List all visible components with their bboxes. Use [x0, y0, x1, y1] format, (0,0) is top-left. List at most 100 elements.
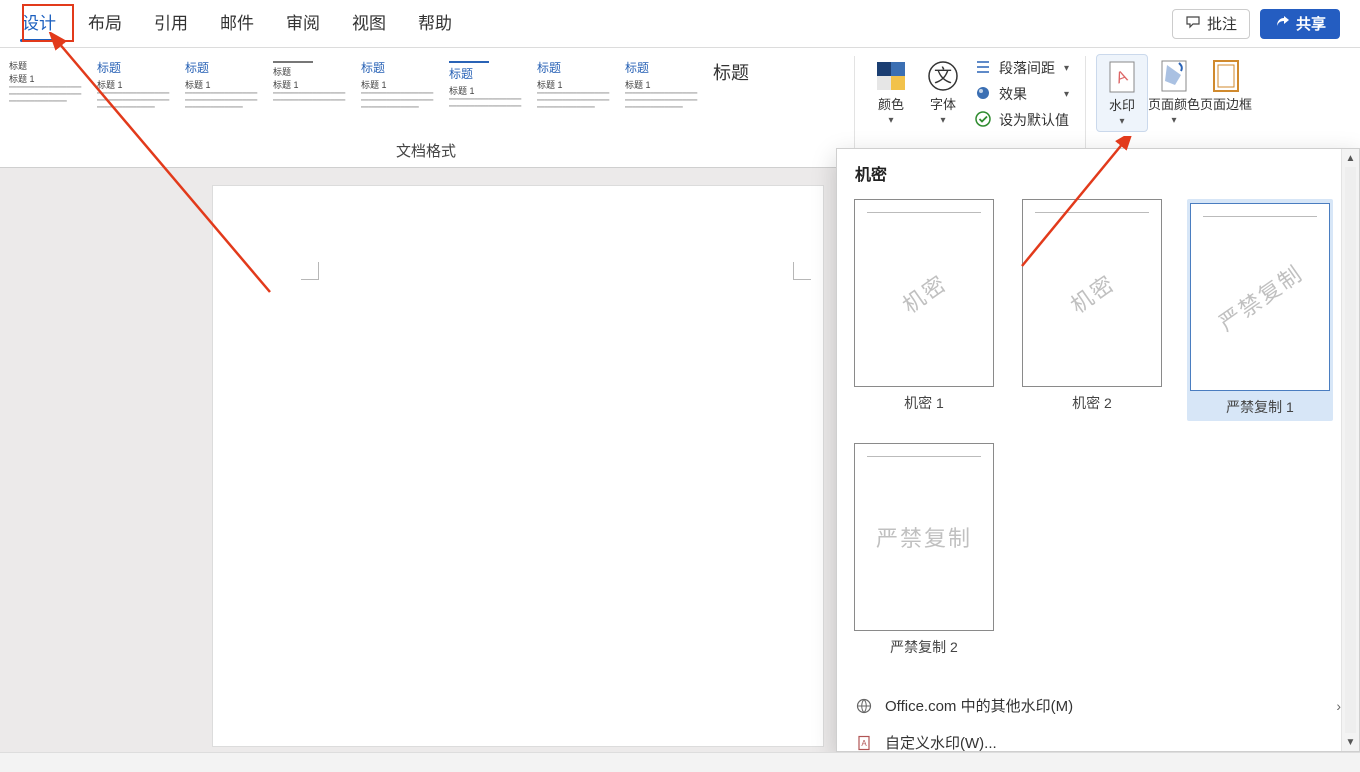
set-default-button[interactable]: 设为默认值 — [975, 110, 1069, 130]
status-bar — [0, 752, 1360, 772]
watermark-item-donotcopy-1[interactable]: 严禁复制 严禁复制 1 — [1187, 199, 1333, 421]
watermark-thumb: 机密 — [854, 199, 994, 387]
theme-gallery[interactable]: 标题 标题 1 ━━━━━━━━━━━━━━━━━━━━━━━━━━━━━━━━… — [0, 48, 852, 136]
share-label: 共享 — [1296, 13, 1326, 34]
scroll-up-arrow-icon[interactable]: ▲ — [1342, 149, 1359, 167]
watermark-item-donotcopy-2[interactable]: 严禁复制 严禁复制 2 — [851, 443, 997, 657]
fonts-button[interactable]: 文 字体 ▾ — [917, 54, 969, 130]
tab-help[interactable]: 帮助 — [402, 0, 468, 48]
menu-label: Office.com 中的其他水印(M) — [885, 695, 1073, 716]
watermark-preview-text: 机密 — [1063, 266, 1121, 320]
chevron-down-icon: ▾ — [888, 115, 893, 126]
colors-label: 颜色 — [878, 94, 904, 113]
ribbon-stack-formatting: 段落间距 ▾ 效果 ▾ 设为默认值 — [969, 54, 1075, 134]
theme-title: 标题 — [361, 59, 435, 76]
share-icon — [1274, 14, 1290, 34]
group-label-document-formatting: 文档格式 — [0, 136, 852, 167]
tab-layout[interactable]: 布局 — [72, 0, 138, 48]
watermark-button[interactable]: A 水印 ▾ — [1096, 54, 1148, 132]
check-icon — [975, 111, 991, 130]
set-default-label: 设为默认值 — [999, 110, 1069, 130]
tab-references[interactable]: 引用 — [138, 0, 204, 48]
theme-card[interactable]: 标题 标题 1 ━━━━━━━━━━━━━━━━━━━━━━━━━━━━━━━━… — [268, 54, 352, 132]
theme-preview-lines: ━━━━━━━━━━━━━━━━━━━━━━━━━━━━━━━━━━━━━━━━… — [9, 85, 83, 106]
scroll-down-arrow-icon[interactable]: ▼ — [1342, 733, 1359, 751]
effects-icon — [975, 85, 991, 104]
page-borders-button[interactable]: 页面边框 — [1200, 54, 1252, 117]
theme-preview-lines: ━━━━━━━━━━━━━━━━━━━━━━━━━━━━━━━━━━━━━━━━ — [449, 97, 523, 111]
fonts-label: 字体 — [930, 94, 956, 113]
effects-button[interactable]: 效果 ▾ — [975, 84, 1069, 104]
document-formatting-group: 标题 标题 1 ━━━━━━━━━━━━━━━━━━━━━━━━━━━━━━━━… — [0, 48, 852, 167]
theme-card[interactable]: 标题 标题 1 ━━━━━━━━━━━━━━━━━━━━━━━━━━━━━━━━… — [4, 54, 88, 132]
theme-card[interactable]: 标题 标题 1 ━━━━━━━━━━━━━━━━━━━━━━━━━━━━━━━━… — [92, 54, 176, 132]
watermark-caption: 机密 2 — [1072, 393, 1112, 413]
tab-bar: 设计 布局 引用 邮件 审阅 视图 帮助 批注 共享 — [0, 0, 1360, 48]
theme-preview-lines: ━━━━━━━━━━━━━━━━━━━━━━━━━━━━━━━━━━━━━━━━… — [537, 91, 611, 112]
theme-preview-lines: ━━━━━━━━━━━━━━━━━━━━━━━━━━━━━━━━━━━━━━━━… — [97, 91, 171, 112]
theme-preview-lines: ━━━━━━━━━━━━━━━━━━━━━━━━━━━━━━━━━━━━━━━━… — [185, 91, 259, 112]
paragraph-spacing-button[interactable]: 段落间距 ▾ — [975, 58, 1069, 78]
tab-review[interactable]: 审阅 — [270, 0, 336, 48]
watermark-icon: A — [1104, 59, 1140, 95]
page-margin-marker — [301, 262, 319, 280]
theme-card[interactable]: 标题 标题 1 ━━━━━━━━━━━━━━━━━━━━━━━━━━━━━━━━… — [180, 54, 264, 132]
theme-card[interactable]: 标题 标题 1 ━━━━━━━━━━━━━━━━━━━━━━━━━━━━━━━━… — [444, 54, 528, 132]
theme-sub: 标题 1 — [273, 78, 347, 91]
theme-card[interactable]: 标题 标题 1 ━━━━━━━━━━━━━━━━━━━━━━━━━━━━━━━━… — [532, 54, 616, 132]
theme-title: 标题 — [9, 59, 83, 72]
app-root: 设计 布局 引用 邮件 审阅 视图 帮助 批注 共享 — [0, 0, 1360, 772]
watermark-thumb: 机密 — [1022, 199, 1162, 387]
theme-sub: 标题 1 — [97, 78, 171, 91]
theme-bar — [273, 61, 313, 63]
theme-preview-lines: ━━━━━━━━━━━━━━━━━━━━━━━━━━━━━━━━━━━━━━━━ — [273, 91, 347, 105]
share-button[interactable]: 共享 — [1260, 9, 1340, 39]
page-borders-icon — [1208, 58, 1244, 94]
watermark-preview-text: 机密 — [895, 266, 953, 320]
document-page[interactable] — [213, 186, 823, 746]
fonts-icon: 文 — [925, 58, 961, 94]
watermark-dropdown-panel: ▲ ▼ 机密 机密 机密 1 机密 机密 2 严禁复制 — [836, 148, 1360, 752]
chevron-down-icon: ▾ — [1171, 115, 1176, 126]
watermark-label: 水印 — [1109, 95, 1135, 114]
theme-card[interactable]: 标题 标题 1 ━━━━━━━━━━━━━━━━━━━━━━━━━━━━━━━━… — [356, 54, 440, 132]
theme-card[interactable]: 标题 — [708, 54, 792, 132]
theme-title: 标题 — [537, 59, 611, 76]
comments-button[interactable]: 批注 — [1172, 9, 1250, 39]
watermark-caption: 严禁复制 2 — [890, 637, 958, 657]
page-color-button[interactable]: 页面颜色 ▾ — [1148, 54, 1200, 130]
watermark-item-confidential-1[interactable]: 机密 机密 1 — [851, 199, 997, 421]
ribbon-separator — [854, 56, 855, 159]
menu-more-office-watermarks[interactable]: Office.com 中的其他水印(M) › — [837, 687, 1359, 724]
svg-text:文: 文 — [934, 66, 952, 86]
tab-mailings[interactable]: 邮件 — [204, 0, 270, 48]
theme-title: 标题 — [97, 59, 171, 76]
watermark-caption: 严禁复制 1 — [1226, 397, 1294, 417]
watermark-section-title: 机密 — [837, 149, 1359, 191]
svg-text:A: A — [861, 739, 867, 748]
colors-button[interactable]: 颜色 ▾ — [865, 54, 917, 130]
chevron-down-icon: ▾ — [1119, 116, 1124, 127]
colors-icon — [873, 58, 909, 94]
menu-label: 自定义水印(W)... — [885, 732, 997, 753]
watermark-thumb: 严禁复制 — [1190, 203, 1330, 391]
paragraph-spacing-icon — [975, 59, 991, 78]
page-icon: A — [855, 734, 873, 752]
theme-card[interactable]: 标题 标题 1 ━━━━━━━━━━━━━━━━━━━━━━━━━━━━━━━━… — [620, 54, 704, 132]
tab-view[interactable]: 视图 — [336, 0, 402, 48]
page-color-icon — [1156, 58, 1192, 94]
ribbon-separator — [1085, 56, 1086, 159]
watermark-item-confidential-2[interactable]: 机密 机密 2 — [1019, 199, 1165, 421]
panel-scrollbar[interactable]: ▲ ▼ — [1341, 149, 1359, 751]
chevron-down-icon: ▾ — [1064, 89, 1069, 100]
theme-preview-lines: ━━━━━━━━━━━━━━━━━━━━━━━━━━━━━━━━━━━━━━━━… — [361, 91, 435, 112]
theme-title: 标题 — [713, 59, 787, 85]
theme-sub: 标题 1 — [537, 78, 611, 91]
watermark-preview-text: 严禁复制 — [876, 521, 972, 553]
scrollbar-track[interactable] — [1345, 167, 1356, 733]
watermark-preview-text: 严禁复制 — [1211, 256, 1308, 337]
page-margin-marker — [793, 262, 811, 280]
watermark-thumb: 严禁复制 — [854, 443, 994, 631]
theme-title: 标题 — [273, 65, 347, 78]
theme-title: 标题 — [625, 59, 699, 76]
